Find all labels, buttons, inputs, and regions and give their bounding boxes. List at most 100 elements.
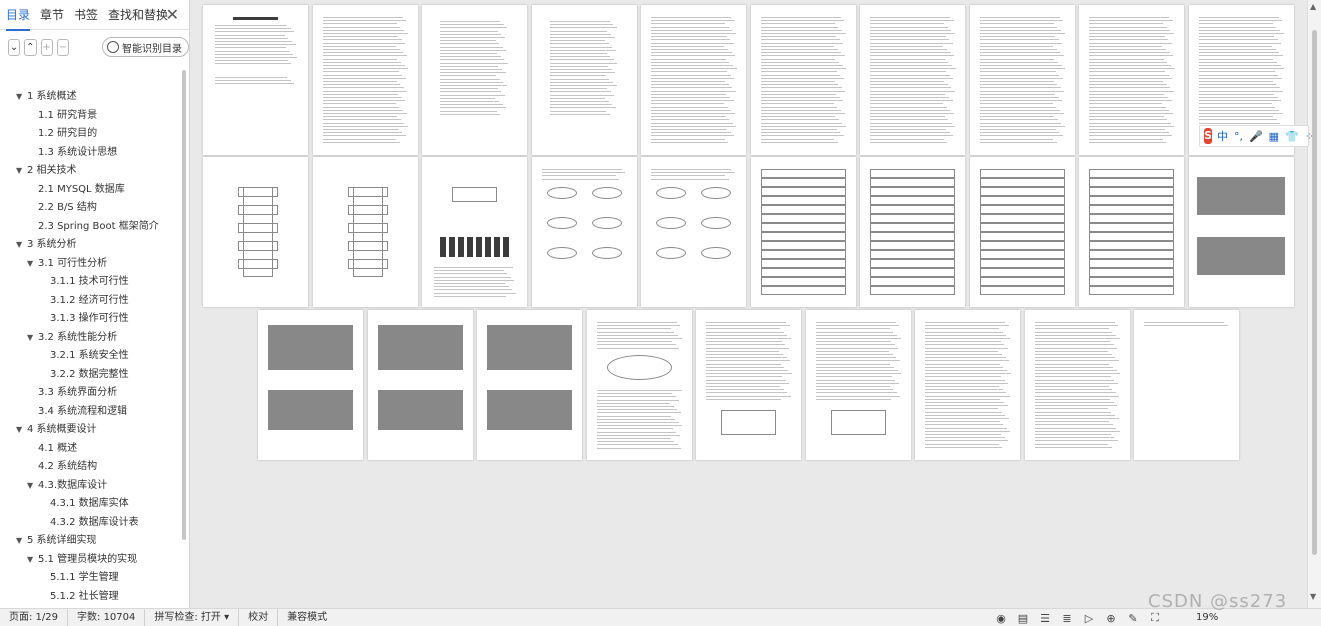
toc-item[interactable]: 1.3 系统设计思想 xyxy=(38,144,117,162)
page-thumbnail[interactable] xyxy=(1024,310,1130,460)
page-thumbnail[interactable] xyxy=(422,157,527,307)
scrollbar-thumb[interactable] xyxy=(1312,30,1317,555)
text-line xyxy=(651,129,727,130)
page-thumbnail[interactable] xyxy=(258,310,363,460)
page-thumbnail[interactable] xyxy=(422,5,527,155)
toc-item[interactable]: 4.2 系统结构 xyxy=(38,458,97,476)
page-thumbnail[interactable] xyxy=(696,310,801,460)
chevron-up-icon[interactable]: ⌃ xyxy=(24,38,37,56)
page-thumbnail[interactable] xyxy=(750,5,856,155)
toc-item[interactable]: 4.3.1 数据库实体 xyxy=(50,495,129,513)
chevron-down-icon[interactable]: ▼ xyxy=(27,255,33,273)
proofread-button[interactable]: 校对 xyxy=(238,608,277,626)
toc-item[interactable]: ▼ 2 相关技术 xyxy=(16,162,77,180)
toc-item[interactable]: 3.1.3 操作可行性 xyxy=(50,310,129,328)
toc-item[interactable]: 3.4 系统流程和逻辑 xyxy=(38,403,127,421)
tab-chapters[interactable]: 章节 xyxy=(40,0,64,30)
page-thumbnail[interactable] xyxy=(969,157,1075,307)
page-view-icon[interactable]: ▤ xyxy=(1012,612,1034,625)
chevron-down-icon[interactable]: ▼ xyxy=(16,532,22,550)
toc-item[interactable]: 5.1.1 学生管理 xyxy=(50,569,119,587)
toc-item[interactable]: 1.1 研究背景 xyxy=(38,107,97,125)
page-thumbnail[interactable] xyxy=(312,5,418,155)
page-thumbnail[interactable] xyxy=(860,5,965,155)
chevron-down-icon[interactable]: ▼ xyxy=(27,329,33,347)
outline-view-icon[interactable]: ☰ xyxy=(1034,612,1056,625)
chevron-down-icon[interactable]: ⌄ xyxy=(8,38,21,56)
page-thumbnail[interactable] xyxy=(203,157,308,307)
play-icon[interactable]: ▷ xyxy=(1078,612,1100,625)
page-thumbnail[interactable] xyxy=(477,310,582,460)
ime-keyboard-icon[interactable]: ▦ xyxy=(1269,130,1279,143)
page-thumbnail[interactable] xyxy=(750,157,856,307)
scroll-up-icon[interactable]: ▲ xyxy=(1310,2,1316,11)
tab-bookmarks[interactable]: 书签 xyxy=(74,0,98,30)
toc-item[interactable]: ▼ 4 系统概要设计 xyxy=(16,421,97,439)
fit-icon[interactable]: ⛶ xyxy=(1144,611,1166,625)
chevron-down-icon[interactable]: ▼ xyxy=(16,162,22,180)
toc-item[interactable]: 2.3 Spring Boot 框架简介 xyxy=(38,218,159,236)
page-thumbnail[interactable] xyxy=(915,310,1020,460)
close-icon[interactable]: ✕ xyxy=(166,6,179,24)
toc-item[interactable]: 3.3 系统界面分析 xyxy=(38,384,117,402)
ime-menu-icon[interactable]: ⁘ xyxy=(1305,130,1314,143)
minus-icon[interactable]: − xyxy=(56,38,69,56)
ime-skin-icon[interactable]: 👕 xyxy=(1285,130,1299,143)
page-thumbnail[interactable] xyxy=(969,5,1075,155)
toc-item[interactable]: 4.3.2 数据库设计表 xyxy=(50,514,139,532)
tab-toc[interactable]: 目录 xyxy=(6,0,31,31)
toc-item[interactable]: ▼ 1 系统概述 xyxy=(16,88,77,106)
chevron-down-icon[interactable]: ▼ xyxy=(16,236,22,254)
toc-item[interactable]: ▼ 4.3.数据库设计 xyxy=(27,477,107,495)
chevron-down-icon[interactable]: ▼ xyxy=(27,477,33,495)
page-thumbnail[interactable] xyxy=(1079,5,1184,155)
toc-item[interactable]: 2.1 MYSQL 数据库 xyxy=(38,181,125,199)
page-thumbnail[interactable] xyxy=(1079,157,1184,307)
page-thumbnail[interactable] xyxy=(531,5,637,155)
ime-chinese-mode[interactable]: 中 xyxy=(1217,128,1228,144)
word-count[interactable]: 字数: 10704 xyxy=(67,608,144,626)
toc-item[interactable]: 3.1.2 经济可行性 xyxy=(50,292,129,310)
chevron-down-icon[interactable]: ▼ xyxy=(27,551,33,569)
sidebar-scrollbar[interactable] xyxy=(182,70,186,540)
ime-voice-icon[interactable]: 🎤 xyxy=(1249,130,1263,143)
page-thumbnail[interactable] xyxy=(586,310,692,460)
toc-item[interactable]: 3.2.1 系统安全性 xyxy=(50,347,129,365)
chevron-down-icon[interactable]: ▼ xyxy=(16,88,22,106)
page-thumbnail[interactable] xyxy=(1134,310,1239,460)
page-count[interactable]: 页面: 1/29 xyxy=(0,609,67,626)
vertical-scrollbar[interactable]: ▲ ▼ xyxy=(1307,0,1321,608)
toc-item[interactable]: ▼ 3 系统分析 xyxy=(16,236,77,254)
web-icon[interactable]: ⊕ xyxy=(1100,612,1122,625)
page-thumbnail[interactable] xyxy=(203,5,308,155)
plus-icon[interactable]: + xyxy=(40,38,53,56)
toc-item[interactable]: ▼ 3.2 系统性能分析 xyxy=(27,329,117,347)
tab-find-replace[interactable]: 查找和替换 xyxy=(108,0,168,30)
list-view-icon[interactable]: ≣ xyxy=(1056,612,1078,625)
smart-toc-button[interactable]: 智能识别目录 xyxy=(102,37,189,57)
page-thumbnail[interactable] xyxy=(531,157,637,307)
toc-item[interactable]: ▼ 5 系统详细实现 xyxy=(16,532,97,550)
page-thumbnail[interactable] xyxy=(641,157,746,307)
toc-item[interactable]: 1.2 研究目的 xyxy=(38,125,97,143)
toc-item[interactable]: 2.2 B/S 结构 xyxy=(38,199,97,217)
spell-check[interactable]: 拼写检查: 打开 ▾ xyxy=(144,608,238,626)
toc-item[interactable]: ▼ 3.1 可行性分析 xyxy=(27,255,107,273)
ime-toolbar[interactable]: S 中 °, 🎤 ▦ 👕 ⁘ xyxy=(1199,125,1314,147)
page-thumbnail[interactable] xyxy=(1188,157,1294,307)
toc-item[interactable]: ▼ 5.1 管理员模块的实现 xyxy=(27,551,137,569)
toc-item[interactable]: 5.1.2 社长管理 xyxy=(50,588,119,606)
page-thumbnail[interactable] xyxy=(312,157,418,307)
page-thumbnail[interactable] xyxy=(805,310,911,460)
page-thumbnail[interactable] xyxy=(860,157,965,307)
page-thumbnail[interactable] xyxy=(641,5,746,155)
ime-punctuation-icon[interactable]: °, xyxy=(1234,130,1243,143)
toc-item[interactable]: 3.2.2 数据完整性 xyxy=(50,366,129,384)
toc-item[interactable]: 3.1.1 技术可行性 xyxy=(50,273,129,291)
pen-icon[interactable]: ✎ xyxy=(1122,612,1144,625)
chevron-down-icon[interactable]: ▼ xyxy=(16,421,22,439)
scroll-down-icon[interactable]: ▼ xyxy=(1310,592,1316,601)
eye-icon[interactable]: ◉ xyxy=(990,612,1012,625)
toc-item[interactable]: 4.1 概述 xyxy=(38,440,77,458)
page-thumbnail[interactable] xyxy=(367,310,473,460)
